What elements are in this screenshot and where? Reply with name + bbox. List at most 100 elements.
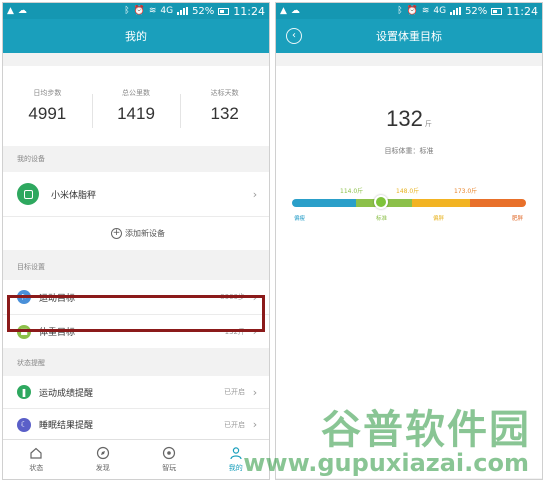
network-type: 4G xyxy=(160,5,174,16)
weight-display: 132 斤 xyxy=(276,106,542,132)
tab-smart[interactable]: 智玩 xyxy=(136,440,203,479)
goal-row-weight[interactable]: ■ 体重目标 132斤 › xyxy=(3,314,269,348)
goal-value: 132斤 xyxy=(224,327,245,336)
bottom-tab-bar: 状态 发现 智玩 我的 xyxy=(3,439,269,479)
wifi-icon: ≋ xyxy=(421,5,430,16)
tab-label: 发现 xyxy=(95,464,110,472)
stat-label: 日均步数 xyxy=(33,89,62,97)
add-device-button[interactable]: + 添加新设备 xyxy=(3,216,269,250)
moon-icon: ☾ xyxy=(17,417,31,432)
section-header-devices: 我的设备 xyxy=(17,155,45,163)
battery-percent: 52% xyxy=(192,5,215,17)
chevron-right-icon: › xyxy=(252,385,258,399)
add-device-label: 添加新设备 xyxy=(125,229,165,238)
page-title: 设置体重目标 xyxy=(376,30,442,43)
person-icon xyxy=(230,447,242,460)
chevron-right-icon: › xyxy=(252,290,258,304)
reminder-value: 已开启 xyxy=(224,388,245,396)
alarm-icon: ⏰ xyxy=(133,5,145,16)
weight-value: 132 xyxy=(386,106,423,131)
clock: 11:24 xyxy=(233,4,265,18)
weight-unit: 斤 xyxy=(424,121,432,128)
threshold-label-low: 114.0斤 xyxy=(340,188,364,195)
slider-knob[interactable] xyxy=(373,195,388,209)
home-icon xyxy=(30,447,42,459)
device-row-scale[interactable]: 小米体脂秤 › xyxy=(3,172,269,216)
weight-goal-screen: ▲ ☁ ᛒ ⏰ ≋ 4G 52% 11:24 ‹ 设置体重目标 132 斤 目标体… xyxy=(275,2,543,480)
weight-goal-icon: ■ xyxy=(17,324,31,339)
cloud-icon: ☁ xyxy=(290,5,300,16)
stat-label: 达标天数 xyxy=(210,89,239,97)
goal-label: 运动目标 xyxy=(39,293,76,304)
range-segment-underweight xyxy=(292,199,356,207)
footprint-icon: ❚ xyxy=(17,385,31,399)
cloud-icon: ☁ xyxy=(17,5,27,16)
stats-panel: 日均步数 4991 总公里数 1419 达标天数 132 xyxy=(3,66,269,146)
reminder-row-exercise[interactable]: ❚ 运动成绩提醒 已开启 › xyxy=(3,376,269,408)
reminder-label: 运动成绩提醒 xyxy=(39,388,94,399)
warning-icon: ▲ xyxy=(7,5,14,16)
tab-status[interactable]: 状态 xyxy=(3,440,70,479)
status-bar: ▲ ☁ ᛒ ⏰ ≋ 4G 52% 11:24 xyxy=(3,3,269,19)
reminders-group: ❚ 运动成绩提醒 已开启 › ☾ 睡眠结果提醒 已开启 › xyxy=(3,376,269,440)
stat-daily-steps: 日均步数 4991 xyxy=(3,88,92,124)
page-title: 我的 xyxy=(125,30,147,43)
profile-screen: ▲ ☁ ᛒ ⏰ ≋ 4G 52% 11:24 我的 日均步数 4991 总公里数… xyxy=(2,2,270,480)
goal-value: 8000步 xyxy=(220,293,245,301)
stat-value: 1419 xyxy=(117,104,155,123)
clock: 11:24 xyxy=(506,4,538,18)
threshold-label-mid: 148.0斤 xyxy=(396,188,420,195)
chevron-left-icon: ‹ xyxy=(292,30,296,41)
weight-status: 目标体重：标准 xyxy=(384,147,434,155)
compass-icon xyxy=(96,446,109,460)
battery-percent: 52% xyxy=(465,5,488,17)
stat-label: 总公里数 xyxy=(122,89,150,97)
tab-me[interactable]: 我的 xyxy=(203,440,270,479)
threshold-label-high: 173.0斤 xyxy=(454,188,478,195)
reminder-label: 睡眠结果提醒 xyxy=(39,421,94,431)
network-type: 4G xyxy=(433,5,447,16)
chevron-right-icon: › xyxy=(252,418,258,431)
stat-total-km: 总公里数 1419 xyxy=(91,88,181,128)
bluetooth-icon: ᛒ xyxy=(124,5,130,16)
run-goal-icon: ⚑ xyxy=(17,290,31,304)
goal-row-steps[interactable]: ⚑ 运动目标 8000步 › xyxy=(3,280,269,314)
level-label-overweight: 偏胖 xyxy=(433,216,445,222)
stat-value: 132 xyxy=(210,104,239,123)
battery-icon xyxy=(218,7,230,15)
status-bar: ▲ ☁ ᛒ ⏰ ≋ 4G 52% 11:24 xyxy=(276,3,542,19)
page-title-bar: 我的 xyxy=(3,19,269,53)
goal-label: 体重目标 xyxy=(39,328,76,338)
goals-group: ⚑ 运动目标 8000步 › ■ 体重目标 132斤 › xyxy=(3,280,269,348)
level-label-normal: 标准 xyxy=(376,216,388,222)
tab-label: 状态 xyxy=(29,464,44,472)
scale-icon xyxy=(17,183,39,205)
page-title-bar: ‹ 设置体重目标 xyxy=(276,19,542,53)
warning-icon: ▲ xyxy=(280,5,287,16)
level-label-obese: 肥胖 xyxy=(512,216,524,222)
stat-goal-days: 达标天数 132 xyxy=(180,88,269,128)
battery-icon xyxy=(491,7,503,15)
range-segment-obese xyxy=(470,199,526,207)
signal-icon xyxy=(450,7,462,15)
range-segment-overweight xyxy=(412,199,470,207)
reminder-value: 已开启 xyxy=(224,420,245,429)
target-icon xyxy=(163,446,176,460)
tab-discover[interactable]: 发现 xyxy=(70,440,137,479)
devices-group: 小米体脂秤 › + 添加新设备 xyxy=(3,172,269,250)
wifi-icon: ≋ xyxy=(148,5,157,16)
section-header-reminders: 状态提醒 xyxy=(17,359,45,367)
weight-panel: 132 斤 目标体重：标准 114.0斤 148.0斤 173.0斤 偏瘦 标准 … xyxy=(276,66,542,478)
level-label-underweight: 偏瘦 xyxy=(294,216,306,222)
section-header-goals: 目标设置 xyxy=(17,263,45,271)
back-button[interactable]: ‹ xyxy=(286,28,302,44)
reminder-row-sleep[interactable]: ☾ 睡眠结果提醒 已开启 › xyxy=(3,408,269,440)
signal-icon xyxy=(177,7,189,15)
bluetooth-icon: ᛒ xyxy=(397,5,403,16)
plus-circle-icon: + xyxy=(111,228,122,239)
device-name: 小米体脂秤 xyxy=(51,190,97,201)
screenshot-canvas: ▲ ☁ ᛒ ⏰ ≋ 4G 52% 11:24 我的 日均步数 4991 总公里数… xyxy=(0,0,545,483)
weight-range-slider[interactable] xyxy=(292,195,526,209)
alarm-icon: ⏰ xyxy=(406,5,418,16)
tab-label: 我的 xyxy=(228,464,243,472)
